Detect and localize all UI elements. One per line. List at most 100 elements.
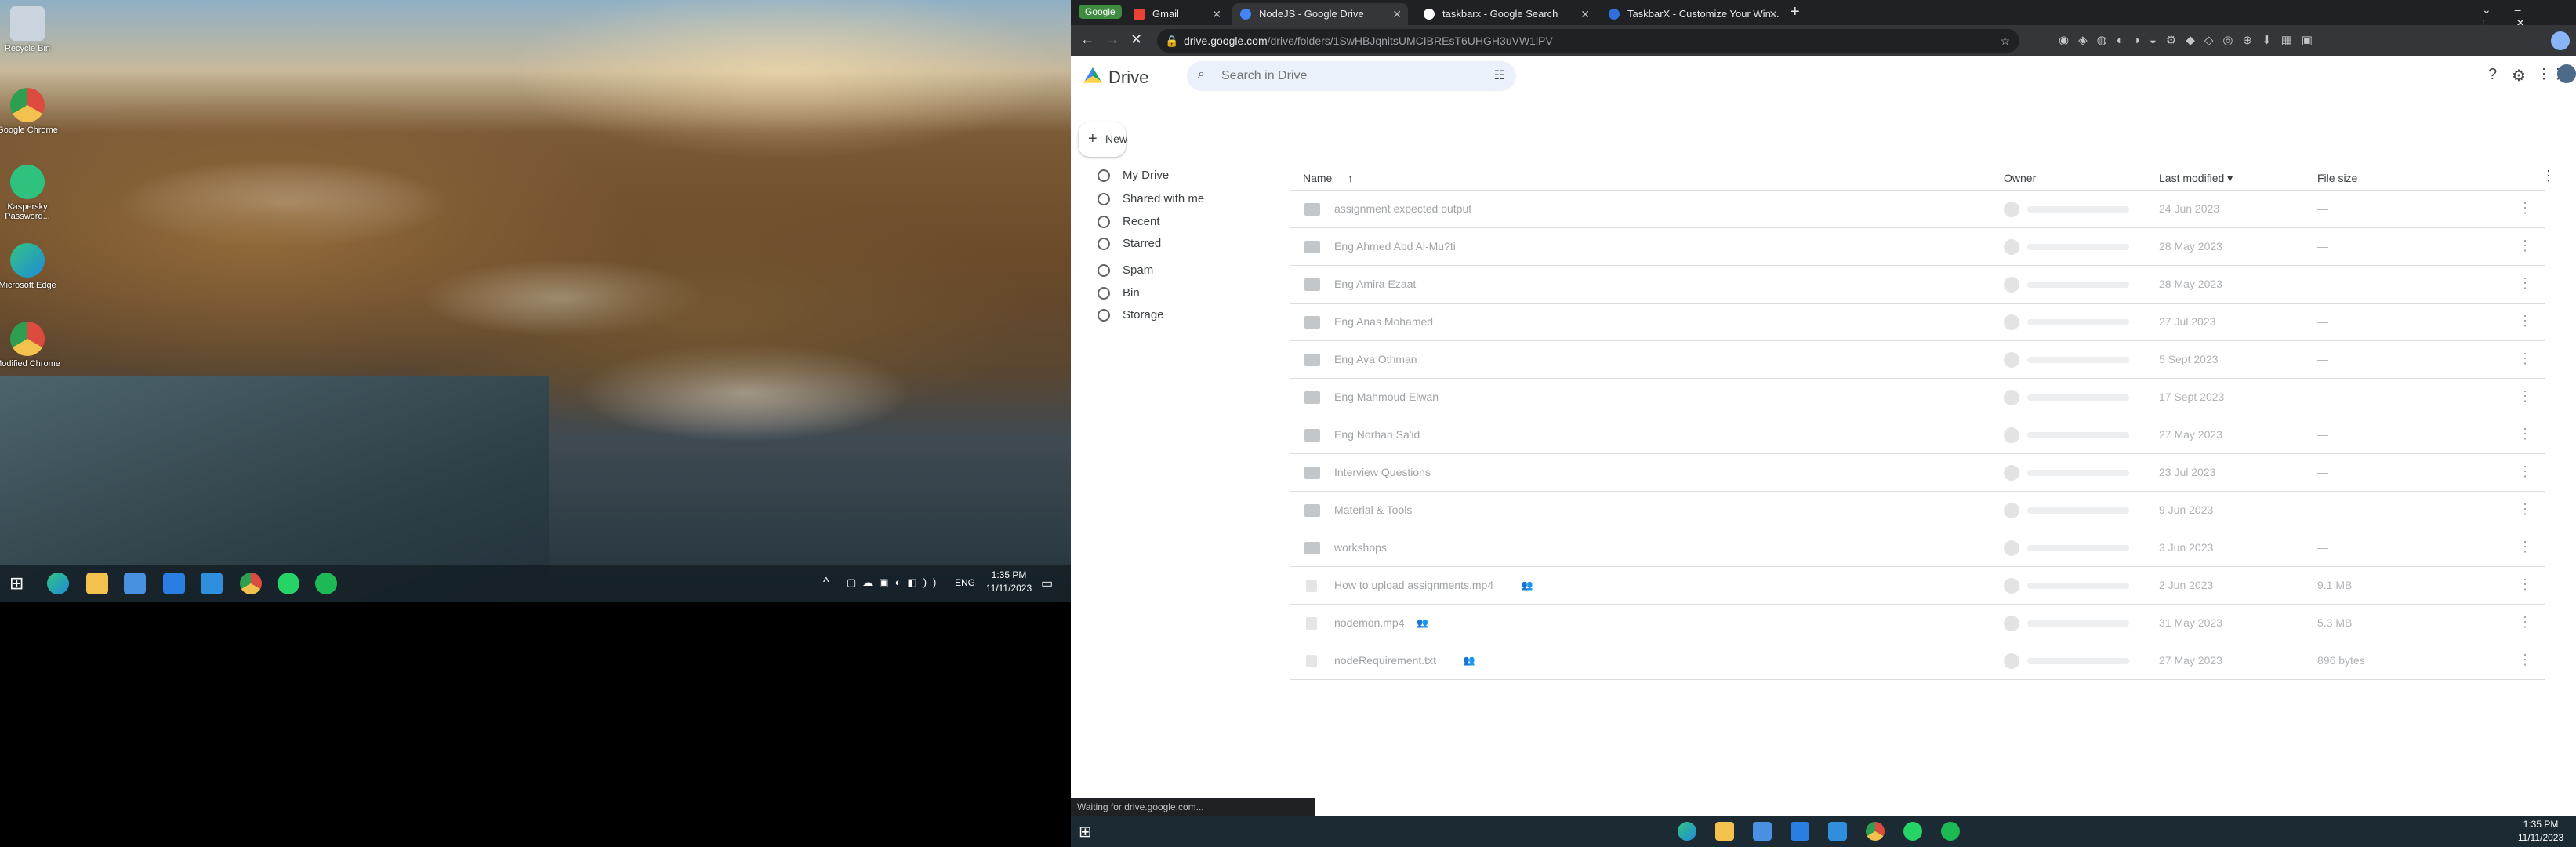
- help-icon[interactable]: ?: [2488, 66, 2497, 84]
- close-icon[interactable]: ✕: [1212, 3, 1221, 25]
- edge-icon[interactable]: [47, 573, 69, 594]
- whatsapp-icon[interactable]: [1903, 822, 1922, 841]
- store-icon[interactable]: [1753, 822, 1772, 841]
- table-row[interactable]: Eng Aya Othman 5 Sept 2023 — ⋮: [1290, 341, 2545, 379]
- table-row[interactable]: How to upload assignments.mp4 👥 2 Jun 2023…: [1290, 567, 2545, 605]
- close-icon[interactable]: ✕: [1580, 3, 1590, 25]
- more-options-icon[interactable]: ⋮: [2518, 200, 2532, 216]
- more-options-icon[interactable]: ⋮: [2518, 388, 2532, 405]
- close-icon[interactable]: ✕: [1392, 3, 1402, 25]
- owner-placeholder: [2027, 507, 2129, 514]
- sidebar-item-my-drive[interactable]: My Drive: [1087, 163, 1290, 188]
- file-size: 9.1 MB: [2317, 579, 2353, 591]
- more-options-icon[interactable]: ⋮: [2518, 501, 2532, 518]
- more-options-icon[interactable]: ⋮: [2518, 539, 2532, 555]
- search-input[interactable]: [1221, 67, 1472, 85]
- chevron-up-icon[interactable]: ^: [823, 576, 829, 590]
- omnibox[interactable]: 🔒 drive.google.com/drive/folders/1SwHBJq…: [1157, 29, 2019, 53]
- chrome-icon[interactable]: [1866, 822, 1885, 841]
- windows-start-icon[interactable]: ⊞: [9, 573, 31, 594]
- drive-brand[interactable]: Drive: [1108, 67, 1148, 88]
- edge-icon[interactable]: [1678, 822, 1696, 841]
- table-row[interactable]: nodeRequirement.txt 👥 27 May 2023 896 bytes…: [1290, 642, 2545, 680]
- more-options-icon[interactable]: ⋮: [2518, 313, 2532, 329]
- forward-icon[interactable]: →: [1105, 31, 1119, 48]
- file-size: —: [2317, 541, 2328, 554]
- extension-icons[interactable]: ◉◈◍◐◑◒⚙◆◇◎⊕⬇▦▣: [2059, 33, 2322, 47]
- tab-gmail[interactable]: Gmail ✕: [1126, 3, 1228, 25]
- filter-icon[interactable]: ☷: [1494, 67, 1505, 83]
- table-row[interactable]: Interview Questions 23 Jul 2023 — ⋮: [1290, 454, 2545, 492]
- store-icon[interactable]: [124, 573, 146, 594]
- table-row[interactable]: Eng Mahmoud Elwan 17 Sept 2023 — ⋮: [1290, 379, 2545, 416]
- chevron-down-icon: ▾: [2227, 172, 2233, 184]
- file-name: Eng Aya Othman: [1334, 353, 1417, 365]
- folder-icon: [1304, 504, 1320, 517]
- table-row[interactable]: Eng Norhan Sa'id 27 May 2023 — ⋮: [1290, 416, 2545, 454]
- column-owner[interactable]: Owner: [2004, 172, 2036, 184]
- more-options-icon[interactable]: ⋮: [2518, 351, 2532, 367]
- clock[interactable]: 1:35 PM 11/11/2023: [981, 569, 1036, 594]
- windows-start-icon[interactable]: ⊞: [1079, 822, 1092, 842]
- stop-icon[interactable]: ✕: [1130, 31, 1142, 48]
- sort-arrow-icon[interactable]: ↑: [1348, 172, 1353, 184]
- search-bar[interactable]: ⌕ ☷: [1187, 61, 1516, 91]
- account-avatar[interactable]: [2557, 64, 2576, 83]
- clock[interactable]: 1:35 PM 11/11/2023: [2513, 819, 2568, 843]
- new-tab-button[interactable]: +: [1791, 3, 1800, 21]
- new-button[interactable]: + New: [1079, 122, 1127, 157]
- star-icon[interactable]: ☆: [2000, 29, 2010, 53]
- whatsapp-icon[interactable]: [278, 573, 299, 594]
- file-explorer-icon[interactable]: [1715, 822, 1734, 841]
- chrome-icon[interactable]: [240, 573, 262, 594]
- desktop-icon-edge[interactable]: Microsoft Edge: [0, 243, 63, 290]
- desktop-icon-chrome-modified[interactable]: Modified Chrome: [0, 322, 63, 369]
- more-options-icon[interactable]: ⋮: [2518, 652, 2532, 668]
- mail-icon[interactable]: [1791, 822, 1809, 841]
- tab-taskbarx[interactable]: TaskbarX - Customize Your Win... ✕: [1601, 3, 1784, 25]
- back-icon[interactable]: ←: [1080, 31, 1094, 48]
- spotify-icon[interactable]: [1941, 822, 1960, 841]
- more-options-icon[interactable]: ⋮: [2518, 426, 2532, 442]
- folder-icon: [1304, 241, 1320, 253]
- table-row[interactable]: Eng Amira Ezaat 28 May 2023 — ⋮: [1290, 266, 2545, 304]
- lock-icon: 🔒: [1165, 35, 1179, 47]
- tab-google-search[interactable]: taskbarx - Google Search ✕: [1416, 3, 1596, 25]
- more-options-icon[interactable]: ⋮: [2518, 275, 2532, 292]
- column-name[interactable]: Name ↑: [1303, 172, 1353, 184]
- mail-icon[interactable]: [163, 573, 185, 594]
- language-indicator[interactable]: ENG: [955, 577, 975, 588]
- notification-icon[interactable]: ▭: [1041, 576, 1053, 591]
- search-icon[interactable]: ⌕: [1198, 67, 1205, 82]
- desktop-icon-recycle-bin[interactable]: Recycle Bin: [0, 6, 63, 53]
- table-row[interactable]: Eng Anas Mohamed 27 Jul 2023 — ⋮: [1290, 304, 2545, 341]
- more-options-icon[interactable]: ⋮: [2518, 238, 2532, 254]
- vscode-icon[interactable]: [201, 573, 223, 594]
- owner-avatar: [2004, 314, 2019, 330]
- more-options-icon[interactable]: ⋮: [2518, 614, 2532, 631]
- tab-google-drive[interactable]: NodeJS - Google Drive ✕: [1232, 3, 1408, 25]
- close-icon[interactable]: ✕: [1769, 3, 1778, 25]
- more-options-icon[interactable]: ⋮: [2518, 463, 2532, 480]
- table-row[interactable]: workshops 3 Jun 2023 — ⋮: [1290, 529, 2545, 567]
- column-last-modified[interactable]: Last modified ▾: [2159, 172, 2233, 185]
- table-row[interactable]: assignment expected output 24 Jun 2023 — ⋮: [1290, 191, 2545, 228]
- table-row[interactable]: Eng Ahmed Abd Al-Mu?ti 28 May 2023 — ⋮: [1290, 228, 2545, 266]
- tray-icons[interactable]: ▢☁▣◐◧)): [847, 576, 942, 589]
- desktop-icon-label: Modified Chrome: [0, 359, 60, 369]
- spotify-icon[interactable]: [315, 573, 337, 594]
- table-row[interactable]: nodemon.mp4 👥 31 May 2023 5.3 MB ⋮: [1290, 605, 2545, 642]
- tab-group-label[interactable]: Google: [1079, 5, 1122, 19]
- more-options-icon[interactable]: ⋮: [2542, 168, 2556, 184]
- table-row[interactable]: Material & Tools 9 Jun 2023 — ⋮: [1290, 492, 2545, 529]
- settings-icon[interactable]: ⚙: [2512, 66, 2526, 85]
- more-options-icon[interactable]: ⋮: [2518, 576, 2532, 593]
- profile-avatar[interactable]: [2551, 31, 2570, 50]
- desktop-icon-chrome[interactable]: Google Chrome: [0, 88, 63, 135]
- file-explorer-icon[interactable]: [86, 573, 108, 594]
- vscode-icon[interactable]: [1828, 822, 1847, 841]
- desktop-icon-password-manager[interactable]: Kaspersky Password...: [0, 165, 63, 221]
- desktop-icon-label: Microsoft Edge: [0, 281, 56, 290]
- url-path: /drive/folders/1SwHBJqnitsUMCIBREsT6UHGH…: [1267, 35, 1553, 47]
- column-file-size[interactable]: File size: [2317, 172, 2357, 184]
